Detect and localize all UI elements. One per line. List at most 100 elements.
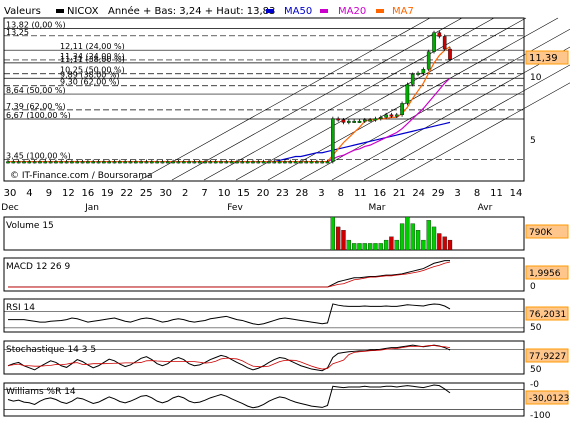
candle-body — [347, 120, 351, 123]
candle-body — [197, 161, 202, 164]
stoch-tick-label: 50 — [530, 365, 542, 375]
day-tick-label: 9 — [46, 188, 52, 199]
macd-value: 1,9956 — [529, 269, 561, 279]
candle-body — [176, 161, 181, 164]
volume-bar — [373, 243, 378, 251]
day-tick-label: 3 — [318, 188, 324, 199]
candle-body — [442, 36, 447, 50]
volume-bar — [437, 233, 442, 251]
stock-chart: Valeurs NICOX Année + Bas: 3,24 + Haut: … — [1, 5, 570, 421]
candle-body — [331, 118, 335, 162]
volume-bar — [426, 220, 431, 251]
candle-body — [213, 161, 218, 164]
candle-body — [11, 161, 16, 164]
candle-body — [235, 161, 239, 164]
ticker-label: NICOX — [67, 6, 99, 17]
candle-body — [432, 32, 436, 52]
candle-body — [16, 161, 21, 164]
ma50-swatch — [266, 9, 274, 13]
price-tick-label: 10 — [530, 73, 542, 83]
candle-body — [181, 161, 186, 164]
candle-body — [208, 161, 213, 164]
candle-body — [96, 161, 101, 164]
day-tick-label: 11 — [354, 188, 367, 199]
month-tick-label: Avr — [478, 203, 493, 213]
candle-body — [357, 120, 362, 123]
candle-body — [107, 161, 111, 164]
candle-body — [192, 161, 197, 164]
volume-bar — [383, 239, 389, 251]
candle-body — [155, 161, 159, 164]
candle-body — [341, 119, 346, 123]
candle-body — [22, 161, 26, 164]
candle-body — [54, 161, 58, 164]
volume-bar — [341, 230, 346, 251]
fibonacci-label: 7,39 (62,00 %) — [6, 102, 66, 111]
candle-body — [240, 161, 245, 164]
current-price: 11,39 — [529, 53, 558, 64]
williams-value: -30,0123 — [529, 394, 569, 404]
candle-body — [410, 74, 415, 85]
month-tick-label: Jan — [84, 203, 99, 213]
fibonacci-label: 9,30 (62,00 %) — [60, 78, 120, 87]
candle-body — [203, 161, 207, 164]
candle-body — [91, 161, 96, 164]
candle-body — [32, 161, 37, 164]
volume-bar — [336, 226, 341, 251]
candle-body — [59, 161, 64, 164]
chart-header: Valeurs NICOX Année + Bas: 3,24 + Haut: … — [4, 5, 414, 17]
candle-body — [118, 161, 122, 164]
volume-bar — [351, 243, 357, 251]
candle-body — [38, 161, 42, 164]
candle-body — [80, 161, 85, 164]
candle-body — [251, 161, 255, 164]
day-tick-label: 12 — [62, 188, 75, 199]
fibonacci-label: 8,64 (50,00 %) — [6, 86, 66, 95]
day-tick-label: 22 — [120, 188, 133, 199]
williams-label: Williams %R 14 — [6, 387, 76, 397]
candle-body — [224, 161, 229, 164]
ma20-swatch — [320, 9, 328, 13]
candle-body — [362, 119, 367, 122]
candle-body — [394, 114, 399, 117]
candle-body — [304, 161, 309, 164]
candle-body — [160, 161, 165, 164]
day-tick-label: 28 — [296, 188, 309, 199]
day-tick-label: 20 — [257, 188, 270, 199]
candle-body — [128, 161, 133, 164]
indicator-panels: Volume 15790KMACD 12 26 91,99560RSI 1476… — [3, 216, 569, 421]
candle-body — [75, 161, 80, 164]
day-tick-label: 3 — [454, 188, 460, 199]
price-panel: 13,82 (0,00 %)13,2512,11 (24,00 %)11,34 … — [3, 17, 570, 182]
candle-body — [187, 161, 191, 164]
ma7-swatch — [376, 9, 384, 13]
copyright: © IT-Finance.com / Boursorama — [10, 171, 152, 181]
rsi-panel-frame — [3, 298, 525, 333]
candle-body — [27, 161, 32, 164]
month-tick-label: Fev — [227, 203, 243, 213]
candle-body — [70, 161, 74, 164]
volume-bar — [399, 223, 405, 251]
candle-body — [437, 32, 442, 37]
candle-body — [112, 161, 117, 164]
volume-bar — [447, 239, 453, 251]
day-tick-label: 4 — [26, 188, 32, 199]
month-tick-label: Dec — [1, 203, 18, 213]
macd-label: MACD 12 26 9 — [6, 262, 70, 272]
day-tick-label: 19 — [101, 188, 114, 199]
day-tick-label: 30 — [159, 188, 172, 199]
volume-bar — [442, 236, 447, 251]
stoch-value: 77,9227 — [529, 352, 566, 362]
date-axis: 30 4 9 12 16 19 22 25 30 2 7 10 15 20 23 28 3 8 11 16 21 24 29… — [1, 180, 524, 213]
candle-body — [134, 161, 138, 164]
candle-body — [219, 161, 223, 164]
candle-body — [336, 118, 340, 121]
fibonacci-label: 6,67 (100,00 %) — [6, 111, 71, 120]
candle-body — [43, 161, 48, 164]
volume-bar — [378, 243, 383, 251]
volume-label: Volume 15 — [6, 221, 54, 231]
candle-body — [309, 161, 314, 164]
candle-body — [149, 161, 154, 164]
fibonacci-label: 11,11 (38,00 %) — [60, 55, 125, 64]
volume-bar — [362, 243, 367, 251]
